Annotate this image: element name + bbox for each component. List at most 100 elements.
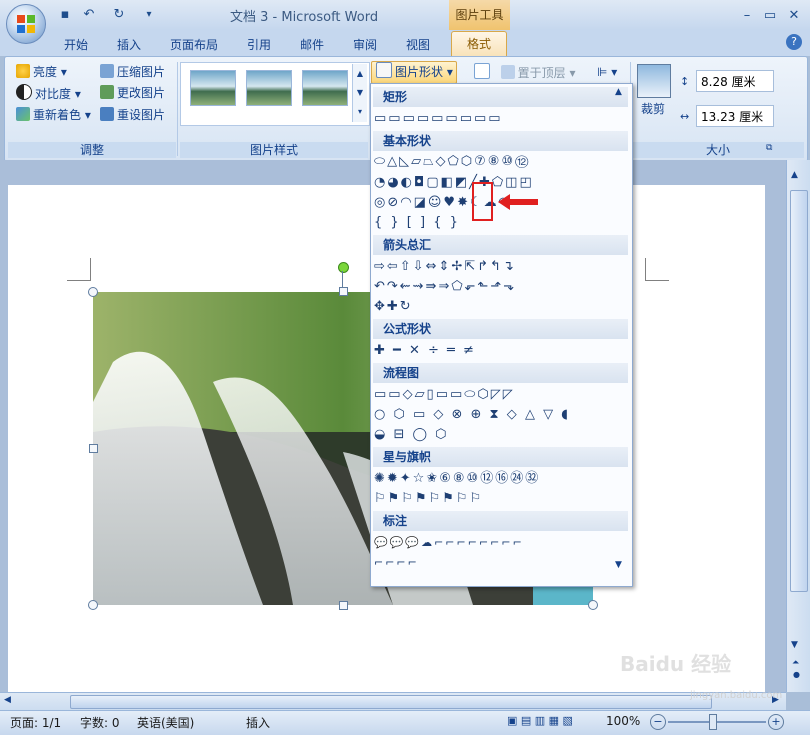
shape-row[interactable]: ⬭△◺▱⏢◇⬠⬡⑦⑧⑩⑫ xyxy=(374,153,530,171)
tab-insert[interactable]: 插入 xyxy=(117,36,141,53)
adjust-group-label: 调整 xyxy=(8,142,176,158)
gallery-scroll-buttons[interactable]: ▲ ▼ ▾ xyxy=(352,64,367,122)
redo-icon[interactable]: ↻ xyxy=(110,7,128,23)
tab-view[interactable]: 视图 xyxy=(406,36,430,53)
scroll-left-icon[interactable]: ◀ xyxy=(4,695,11,705)
contrast-button[interactable]: 对比度 ▾ xyxy=(16,84,81,102)
document-title: 文档 3 - Microsoft Word xyxy=(230,10,379,25)
tab-page-layout[interactable]: 页面布局 xyxy=(170,36,218,53)
close-button[interactable]: ✕ xyxy=(783,8,805,24)
office-button[interactable] xyxy=(6,4,46,44)
picture-shape-button[interactable]: 图片形状 ▾ xyxy=(371,61,457,84)
rotate-handle[interactable] xyxy=(338,262,349,273)
customize-icon[interactable]: ▾ xyxy=(140,7,158,23)
size-group-label: 大小 xyxy=(632,142,804,158)
picture-style-thumb[interactable] xyxy=(246,70,292,106)
compress-pictures-button[interactable]: 压缩图片 xyxy=(100,63,165,81)
resize-handle[interactable] xyxy=(89,444,98,453)
shape-row[interactable]: 💬💬💬☁⌐⌐⌐⌐⌐⌐⌐⌐ xyxy=(374,534,524,552)
category-equation-shapes: 公式形状 xyxy=(373,319,628,339)
menu-scroll-down-icon[interactable]: ▼ xyxy=(615,560,622,570)
shape-row[interactable]: ✥✚↻ xyxy=(374,298,413,316)
picture-styles-group-label: 图片样式 xyxy=(180,142,368,158)
word-count[interactable]: 字数: 0 xyxy=(80,714,120,731)
brightness-icon xyxy=(16,64,30,78)
bring-front-icon xyxy=(500,65,515,79)
shape-row[interactable]: ✚ ━ ✕ ÷ ═ ≠ xyxy=(374,342,476,360)
shape-row[interactable]: ▭▭▭▭▭▭▭▭▭ xyxy=(374,110,503,128)
reset-picture-button[interactable]: 重设图片 xyxy=(100,106,165,124)
zoom-level[interactable]: 100% xyxy=(606,714,640,728)
tab-mailings[interactable]: 邮件 xyxy=(300,36,324,53)
category-callouts: 标注 xyxy=(373,511,628,531)
width-field[interactable]: 13.23 厘米 xyxy=(696,105,774,127)
scroll-up-icon[interactable]: ▲ xyxy=(791,170,798,180)
category-basic-shapes: 基本形状 xyxy=(373,131,628,151)
zoom-slider-thumb[interactable] xyxy=(709,714,717,730)
brightness-button[interactable]: 亮度 ▾ xyxy=(16,63,67,81)
align-icon[interactable]: ⊫ ▾ xyxy=(597,63,617,81)
group-separator xyxy=(177,62,178,156)
prev-page-icon[interactable]: ⏶ xyxy=(792,658,799,668)
resize-handle[interactable] xyxy=(339,287,348,296)
view-buttons[interactable]: ▣ ▤ ▥ ▦ ▧ xyxy=(507,714,597,730)
shape-row[interactable]: { } [ ] { } xyxy=(374,214,460,232)
shape-row[interactable]: ▭▭◇▱▯▭▭⬭⬡◸◸ xyxy=(374,386,515,404)
category-flowchart: 流程图 xyxy=(373,363,628,383)
bring-to-front-button[interactable]: 置于顶层 ▾ xyxy=(474,63,575,81)
shape-row[interactable]: ↶↷⇜⇝⇛⇒⬠⬐⬑⬏⬎ xyxy=(374,278,516,296)
category-stars-banners: 星与旗帜 xyxy=(373,447,628,467)
select-browse-icon[interactable]: ● xyxy=(793,670,800,679)
zoom-out-icon[interactable]: − xyxy=(650,714,666,730)
height-field[interactable]: 8.28 厘米 xyxy=(696,70,774,92)
picture-shape-icon xyxy=(376,62,392,78)
resize-handle[interactable] xyxy=(588,600,598,610)
scroll-thumb[interactable] xyxy=(790,190,808,592)
maximize-button[interactable]: ▭ xyxy=(759,8,781,24)
reset-picture-icon xyxy=(100,107,114,121)
insert-mode[interactable]: 插入 xyxy=(246,714,270,731)
recolor-icon xyxy=(16,107,30,121)
picture-style-thumb[interactable] xyxy=(190,70,236,106)
compress-icon xyxy=(100,64,114,78)
tab-format[interactable]: 格式 xyxy=(451,31,507,57)
margin-mark xyxy=(90,258,91,280)
scroll-down-icon[interactable]: ▼ xyxy=(791,640,798,650)
category-arrows: 箭头总汇 xyxy=(373,235,628,255)
rotate-handle-line xyxy=(342,271,343,287)
shape-row[interactable]: ✺✹✦☆✬⑥⑧⑩⑫⑯㉔㉜ xyxy=(374,470,540,488)
shape-row[interactable]: ◔◕◐◘▢◧◩╱✚⬠◫◰ xyxy=(374,174,534,192)
picture-style-thumb[interactable] xyxy=(302,70,348,106)
help-icon[interactable]: ? xyxy=(786,34,802,50)
minimize-button[interactable]: – xyxy=(736,8,758,24)
hscroll-thumb[interactable] xyxy=(70,695,712,709)
tab-review[interactable]: 审阅 xyxy=(353,36,377,53)
watermark-url: jingyan.baidu.com xyxy=(690,690,783,701)
shape-row[interactable]: ◒ ⊟ ◯ ⬡ xyxy=(374,426,449,444)
menu-scroll-up-icon[interactable]: ▲ xyxy=(615,87,622,97)
resize-handle[interactable] xyxy=(88,600,98,610)
zoom-slider[interactable] xyxy=(668,721,766,723)
shape-row[interactable]: ⚐⚑⚐⚑⚐⚑⚐⚐ xyxy=(374,490,483,508)
position-icon xyxy=(474,63,490,79)
size-dialog-launcher-icon[interactable]: ⧉ xyxy=(766,143,772,153)
recolor-button[interactable]: 重新着色 ▾ xyxy=(16,106,91,124)
shape-row[interactable]: ⌐⌐⌐⌐ xyxy=(374,554,419,572)
tab-references[interactable]: 引用 xyxy=(247,36,271,53)
change-picture-button[interactable]: 更改图片 xyxy=(100,84,165,102)
horizontal-scrollbar[interactable]: ◀ ▶ xyxy=(0,692,786,711)
shape-row[interactable]: ⇨⇦⇧⇩⇔⇕✢⇱↱↰↴ xyxy=(374,258,516,276)
zoom-in-icon[interactable]: + xyxy=(768,714,784,730)
margin-mark xyxy=(645,258,646,280)
resize-handle[interactable] xyxy=(339,601,348,610)
resize-handle[interactable] xyxy=(88,287,98,297)
save-icon[interactable]: ▪ xyxy=(56,7,74,23)
vertical-scrollbar[interactable]: ▲ ▼ ⏶ ● xyxy=(786,160,810,692)
page-count[interactable]: 页面: 1/1 xyxy=(10,714,61,731)
language-indicator[interactable]: 英语(美国) xyxy=(137,714,194,731)
tab-home[interactable]: 开始 xyxy=(64,36,88,53)
shape-row[interactable]: ○ ⬡ ▭ ◇ ⊗ ⊕ ⧗ ◇ △ ▽ ◖ xyxy=(374,406,570,424)
undo-icon[interactable]: ↶ xyxy=(80,7,98,23)
crop-icon[interactable] xyxy=(637,64,671,98)
watermark-logo: Baidu 经验 xyxy=(620,652,732,676)
